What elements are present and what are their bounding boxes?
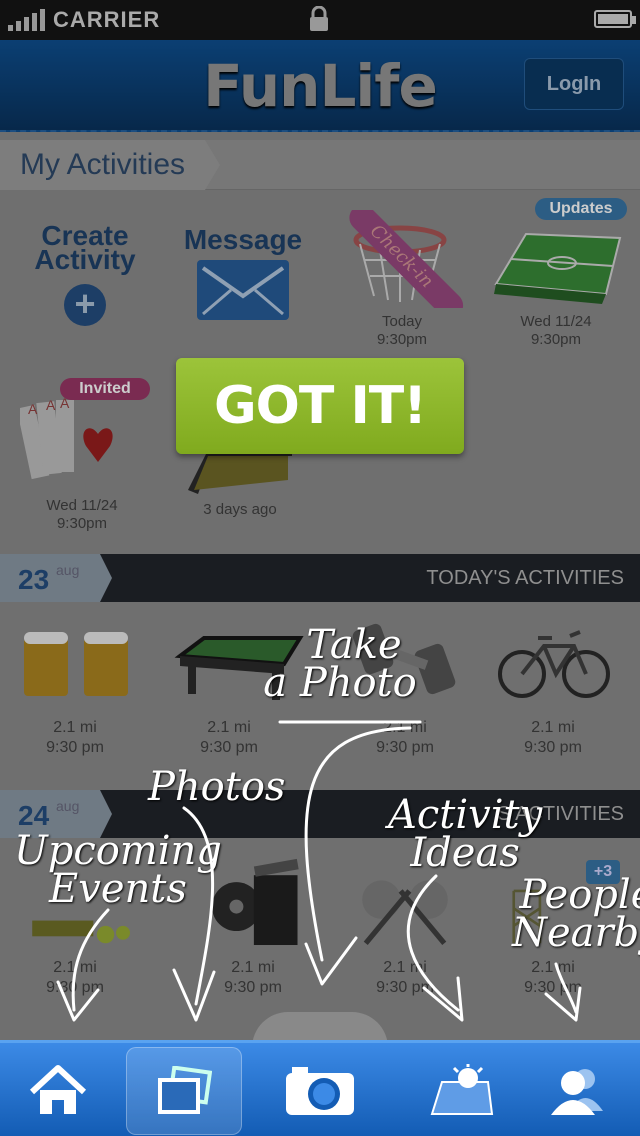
date-month: aug [56, 562, 80, 578]
create-activity-button[interactable]: Create Activity + [20, 222, 150, 326]
date-month: aug [56, 798, 80, 814]
tab-people[interactable] [520, 1047, 636, 1135]
photo-frame-icon [188, 450, 292, 494]
tab-home[interactable] [0, 1047, 116, 1135]
basketball-hoop-icon: Check-in [349, 204, 464, 319]
annotation-upcoming-2: Events [49, 866, 187, 912]
item-time: 9:30 pm [524, 979, 582, 996]
soccer-when: Wed 11/24 [520, 313, 592, 330]
annotation-people-2: Nearby [512, 910, 640, 956]
date-tab: 23 aug [0, 554, 112, 602]
list-item[interactable]: 2.1 mi 9:30 pm [498, 616, 610, 758]
item-time: 9:30 pm [200, 739, 258, 756]
item-distance: 2.1 mi [383, 959, 427, 976]
message-label: Message [183, 224, 303, 255]
item-time: 9:30 pm [46, 979, 104, 996]
bicycle-icon [498, 630, 610, 698]
cards-time: 9:30pm [56, 515, 108, 532]
item-time: 9:30 pm [224, 979, 282, 996]
svg-text:A: A [28, 401, 38, 417]
item-time: 9:30 pm [524, 739, 582, 756]
soccer-time: 9:30pm [530, 331, 582, 348]
login-button[interactable]: LogIn [524, 58, 624, 110]
item-distance: 2.1 mi [231, 959, 275, 976]
plus-icon: + [64, 284, 106, 326]
checkin-when: Today [381, 313, 423, 330]
photos-icon [158, 1066, 212, 1114]
tab-photos[interactable] [126, 1047, 242, 1135]
tab-bar [0, 1040, 640, 1136]
envelope-icon [197, 260, 289, 320]
activity-cards[interactable]: A A A Wed 11/24 9:30pm [16, 395, 144, 533]
activity-soccer[interactable]: Wed 11/24 9:30pm [486, 224, 626, 349]
playing-cards-icon: A A A [16, 395, 113, 480]
item-time: 9:30 pm [46, 739, 104, 756]
annotation-people: People Nearby [512, 872, 640, 956]
annotation-upcoming: Upcoming Events [14, 828, 222, 912]
svg-text:A: A [60, 396, 70, 411]
tab-ideas[interactable] [404, 1047, 520, 1135]
annotation-take-photo-1: Take [306, 622, 402, 668]
item-distance: 2.1 mi [531, 959, 575, 976]
checkin-time: 9:30pm [376, 331, 428, 348]
item-time: 9:30 pm [376, 979, 434, 996]
status-bar: CARRIER [0, 0, 640, 40]
signal-icon [8, 9, 45, 31]
beer-icon [24, 632, 128, 696]
photo-when: 3 days ago [203, 501, 277, 518]
home-icon [29, 1065, 87, 1114]
list-item[interactable]: 2.1 mi 9:30 pm [350, 856, 460, 998]
annotation-take-photo-2: a Photo [263, 660, 417, 706]
annotation-ideas: Activity Ideas [388, 792, 543, 876]
annotation-upcoming-1: Upcoming [14, 828, 222, 874]
my-activities-title: My Activities [0, 140, 220, 190]
list-item[interactable]: 2.1 mi 9:30 pm [20, 616, 130, 758]
svg-text:A: A [46, 397, 56, 413]
activity-photo[interactable]: 3 days ago [180, 450, 300, 519]
updates-badge: Updates [535, 198, 627, 220]
activity-checkin[interactable]: Check-in Today 9:30pm [340, 204, 464, 349]
app-header: FunLife LogIn [0, 40, 640, 132]
item-time: 9:30 pm [376, 739, 434, 756]
annotation-take-photo: Take a Photo [263, 622, 424, 703]
item-distance: 2.1 mi [53, 959, 97, 976]
soccer-field-icon [494, 232, 622, 304]
section-title: TODAY'S ACTIVITIES [426, 567, 624, 589]
item-distance: 2.1 mi [531, 719, 575, 736]
tab-camera[interactable] [262, 1047, 378, 1135]
ideas-icon [430, 1064, 494, 1115]
annotation-ideas-2: Ideas [410, 830, 520, 876]
my-activities-header: My Activities [0, 140, 640, 190]
item-distance: 2.1 mi [207, 719, 251, 736]
got-it-button[interactable]: GOT IT! [176, 358, 464, 454]
today-section-header: 23 aug TODAY'S ACTIVITIES [0, 554, 640, 602]
lock-icon [310, 6, 328, 31]
create-label-2: Activity [34, 244, 136, 275]
item-distance: 2.1 mi [53, 719, 97, 736]
annotation-photos: Photos [148, 764, 286, 810]
cards-when: Wed 11/24 [46, 497, 118, 514]
annotation-ideas-1: Activity [388, 792, 543, 838]
people-icon [551, 1069, 603, 1115]
battery-icon [594, 10, 636, 28]
annotation-people-1: People [519, 872, 640, 918]
item-distance: 2.1 mi [383, 719, 427, 736]
date-day: 23 [18, 564, 50, 595]
message-button[interactable]: Message [178, 224, 308, 327]
carrier-label: CARRIER [53, 7, 161, 32]
camera-icon [286, 1067, 354, 1115]
